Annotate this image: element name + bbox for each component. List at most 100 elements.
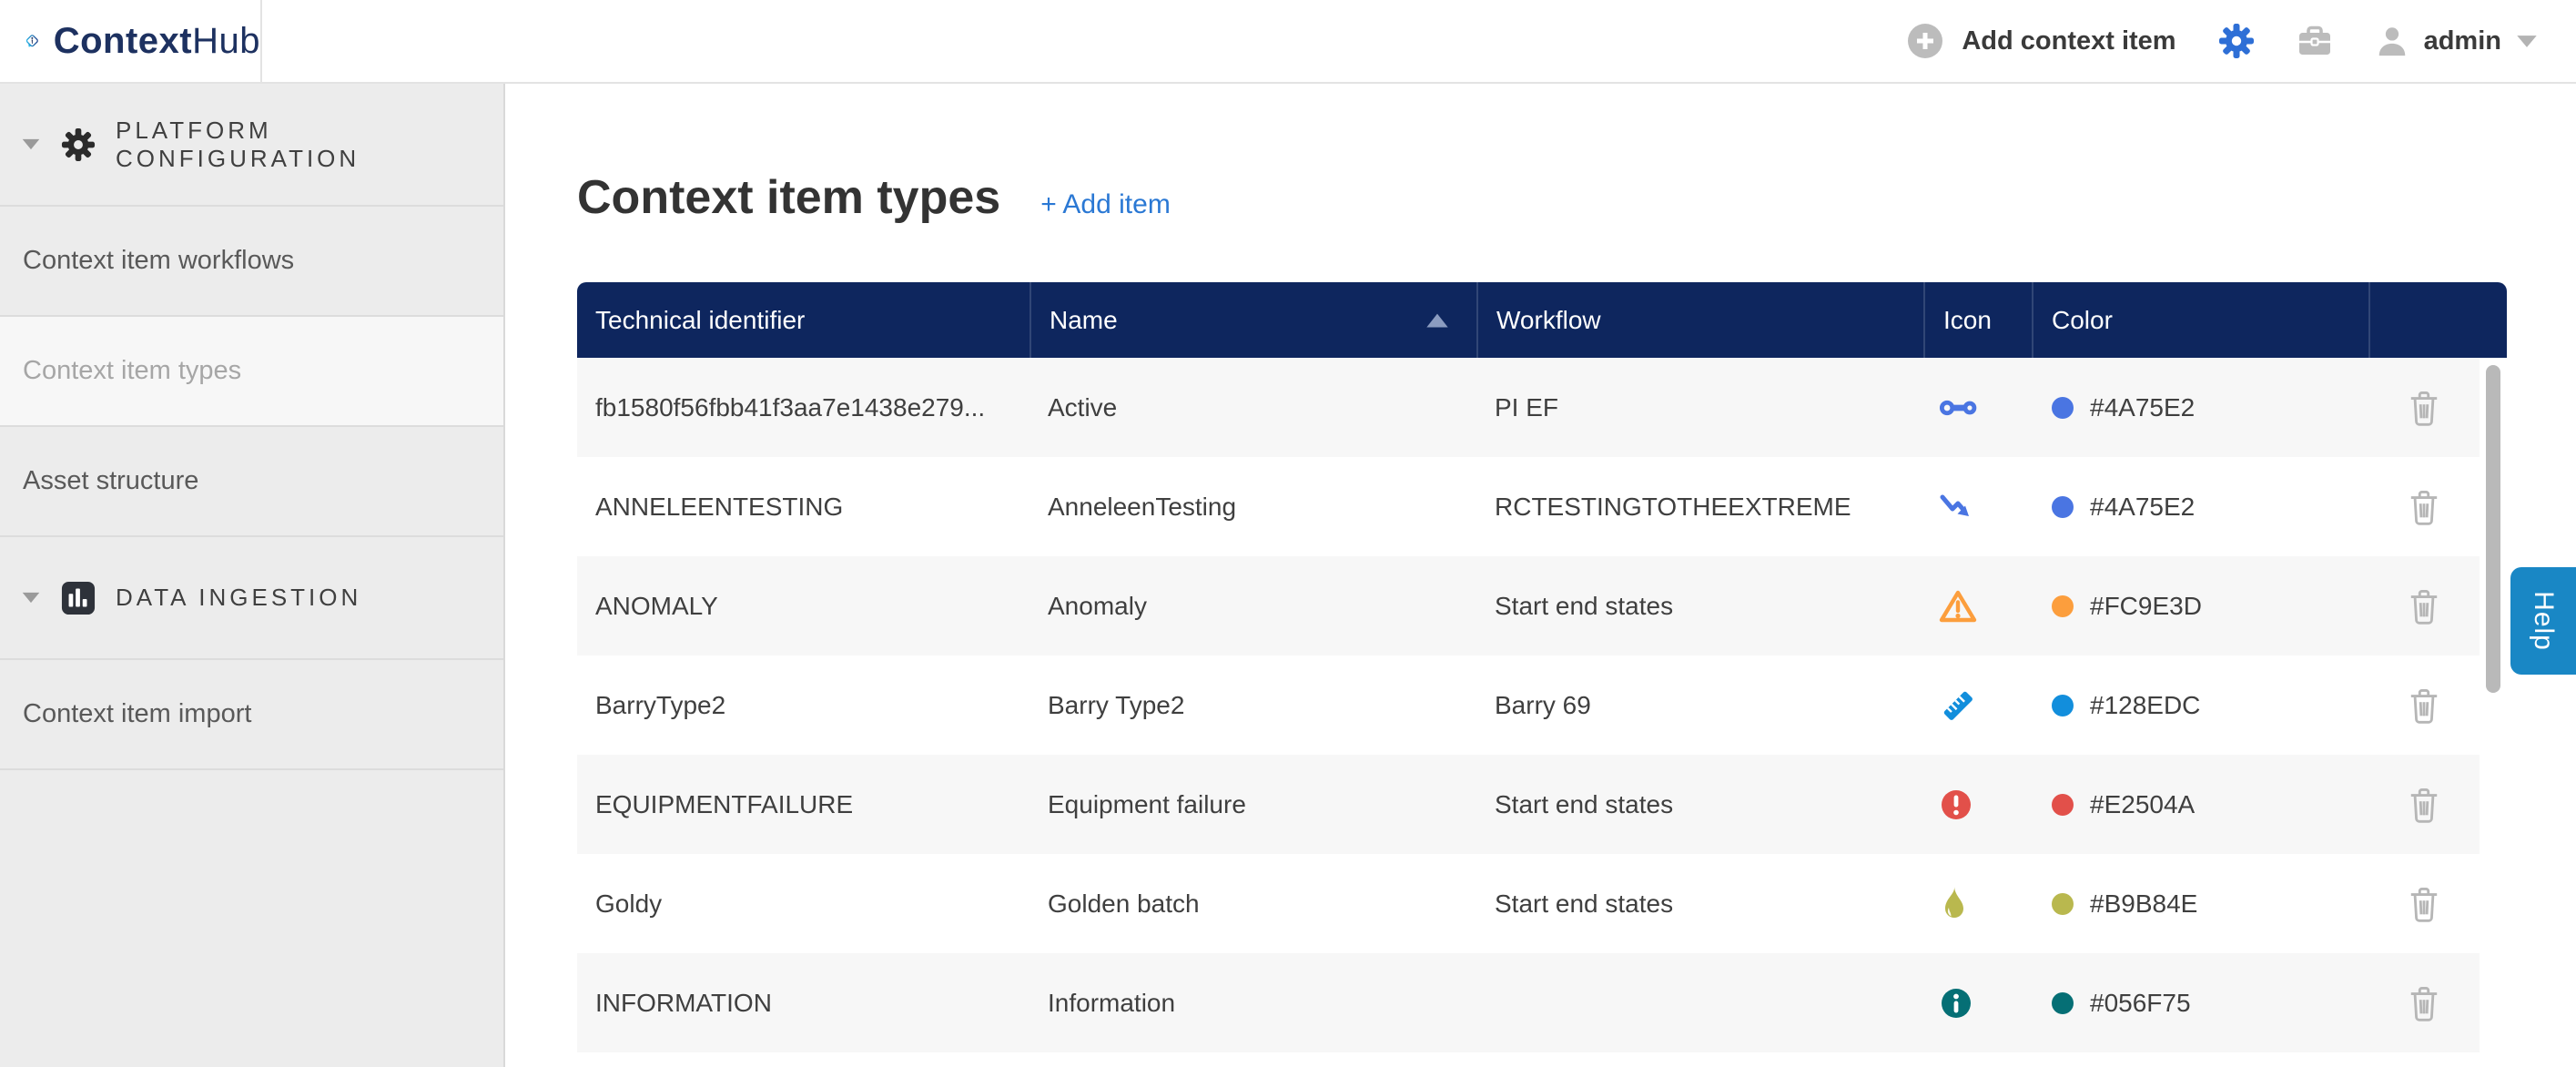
cell-icon bbox=[1923, 686, 2032, 725]
color-hex-label: #4A75E2 bbox=[2090, 393, 2195, 422]
brand[interactable]: ContextHub bbox=[0, 0, 262, 82]
cell-icon bbox=[1923, 391, 2032, 424]
add-context-item-label: Add context item bbox=[1962, 26, 2175, 56]
color-swatch bbox=[2052, 992, 2074, 1014]
color-hex-label: #056F75 bbox=[2090, 989, 2191, 1018]
sidebar-section-data-ingestion[interactable]: DATA INGESTION bbox=[0, 537, 503, 660]
ruler-icon bbox=[1939, 686, 1977, 725]
color-swatch bbox=[2052, 496, 2074, 518]
cell-technical-identifier: fb1580f56fbb41f3aa7e1438e279... bbox=[577, 393, 1029, 422]
cell-icon bbox=[1923, 589, 2032, 624]
cell-name: Active bbox=[1029, 393, 1476, 422]
table-scrollbar-track[interactable] bbox=[2480, 358, 2507, 1067]
collapse-caret-icon[interactable] bbox=[21, 592, 41, 604]
delete-row-button[interactable] bbox=[2404, 881, 2444, 927]
cell-actions bbox=[2368, 881, 2480, 927]
cell-actions bbox=[2368, 782, 2480, 828]
cell-workflow: RCTESTINGTOTHEEXTREME bbox=[1476, 493, 1923, 522]
link-icon bbox=[1939, 391, 1979, 424]
sort-ascending-icon bbox=[1425, 312, 1449, 328]
collapse-caret-icon[interactable] bbox=[21, 138, 41, 150]
column-header-actions[interactable] bbox=[2368, 282, 2507, 358]
alert-circle-icon bbox=[1939, 788, 1973, 822]
column-header-label: Technical identifier bbox=[595, 306, 805, 335]
delete-row-button[interactable] bbox=[2404, 981, 2444, 1026]
add-item-link[interactable]: + Add item bbox=[1040, 189, 1171, 220]
column-header-name[interactable]: Name bbox=[1029, 282, 1476, 358]
table-row[interactable]: BarryType2 Barry Type2 Barry 69 #128EDC bbox=[577, 655, 2480, 755]
brand-name: ContextHub bbox=[54, 21, 260, 62]
delete-row-button[interactable] bbox=[2404, 385, 2444, 431]
cell-technical-identifier: Goldy bbox=[577, 889, 1029, 919]
table-row[interactable]: ANOMALY Anomaly Start end states #FC9E3D bbox=[577, 556, 2480, 655]
cell-technical-identifier: ANOMALY bbox=[577, 592, 1029, 621]
cell-color: #B9B84E bbox=[2032, 889, 2368, 919]
cell-workflow: Start end states bbox=[1476, 592, 1923, 621]
delete-row-button[interactable] bbox=[2404, 782, 2444, 828]
flame-icon bbox=[1939, 885, 1970, 923]
column-header-icon[interactable]: Icon bbox=[1923, 282, 2032, 358]
color-swatch bbox=[2052, 794, 2074, 816]
cell-name: Equipment failure bbox=[1029, 790, 1476, 819]
color-swatch bbox=[2052, 695, 2074, 716]
settings-gear-icon[interactable] bbox=[2218, 23, 2255, 59]
column-header-label: Workflow bbox=[1496, 306, 1601, 335]
user-menu[interactable]: admin bbox=[2375, 24, 2538, 58]
delete-row-button[interactable] bbox=[2404, 683, 2444, 728]
gear-icon bbox=[61, 127, 96, 162]
table-row[interactable]: Goldy Golden batch Start end states #B9B… bbox=[577, 854, 2480, 953]
cell-color: #056F75 bbox=[2032, 989, 2368, 1018]
page-title: Context item types bbox=[577, 170, 1000, 225]
sidebar-item-context-item-import[interactable]: Context item import bbox=[0, 660, 503, 770]
trend-down-icon bbox=[1939, 491, 1975, 523]
table-row[interactable]: ANNELEENTESTING AnneleenTesting RCTESTIN… bbox=[577, 457, 2480, 556]
color-hex-label: #FC9E3D bbox=[2090, 592, 2202, 621]
sidebar-item-asset-structure[interactable]: Asset structure bbox=[0, 427, 503, 537]
table-body: fb1580f56fbb41f3aa7e1438e279... Active P… bbox=[577, 358, 2507, 1067]
table-scrollbar-thumb[interactable] bbox=[2486, 365, 2500, 693]
bar-chart-icon bbox=[61, 581, 96, 615]
cell-color: #FC9E3D bbox=[2032, 592, 2368, 621]
sidebar-section-platform-configuration[interactable]: PLATFORM CONFIGURATION bbox=[0, 84, 503, 207]
help-button[interactable]: Help bbox=[2510, 567, 2576, 675]
delete-row-button[interactable] bbox=[2404, 584, 2444, 629]
delete-row-button[interactable] bbox=[2404, 484, 2444, 530]
cell-actions bbox=[2368, 683, 2480, 728]
add-context-item-button[interactable]: Add context item bbox=[1907, 23, 2175, 59]
sidebar-item-context-item-types[interactable]: Context item types bbox=[0, 317, 503, 427]
title-row: Context item types + Add item bbox=[577, 170, 1171, 225]
top-bar: ContextHub Add context item bbox=[0, 0, 2576, 84]
color-hex-label: #E2504A bbox=[2090, 790, 2195, 819]
sidebar: PLATFORM CONFIGURATIONContext item workf… bbox=[0, 84, 505, 1067]
table-row[interactable]: EQUIPMENTFAILURE Equipment failure Start… bbox=[577, 755, 2480, 854]
toolbox-icon[interactable] bbox=[2297, 23, 2333, 59]
column-header-color[interactable]: Color bbox=[2032, 282, 2368, 358]
table-row[interactable]: fb1580f56fbb41f3aa7e1438e279... Active P… bbox=[577, 358, 2480, 457]
cell-color: #E2504A bbox=[2032, 790, 2368, 819]
cell-actions bbox=[2368, 484, 2480, 530]
cell-actions bbox=[2368, 584, 2480, 629]
cell-name: Barry Type2 bbox=[1029, 691, 1476, 720]
help-button-label: Help bbox=[2528, 591, 2559, 651]
chevron-down-icon bbox=[2516, 35, 2538, 48]
cell-name: Anomaly bbox=[1029, 592, 1476, 621]
sidebar-section-label: DATA INGESTION bbox=[116, 584, 361, 612]
column-header-label: Icon bbox=[1943, 306, 1992, 335]
cell-name: Golden batch bbox=[1029, 889, 1476, 919]
color-hex-label: #4A75E2 bbox=[2090, 493, 2195, 522]
color-swatch bbox=[2052, 893, 2074, 915]
user-avatar-icon bbox=[2375, 24, 2409, 58]
table-row[interactable]: INFORMATION Information #056F75 bbox=[577, 953, 2480, 1052]
column-header-workflow[interactable]: Workflow bbox=[1476, 282, 1923, 358]
table-header-row: Technical identifier Name Workflow Icon Colo… bbox=[577, 282, 2507, 358]
table-row-partial bbox=[577, 1052, 2480, 1067]
cell-technical-identifier: INFORMATION bbox=[577, 989, 1029, 1018]
cell-workflow: Start end states bbox=[1476, 790, 1923, 819]
plus-circle-icon bbox=[1907, 23, 1943, 59]
sidebar-item-context-item-workflows[interactable]: Context item workflows bbox=[0, 207, 503, 317]
column-header-technical-identifier[interactable]: Technical identifier bbox=[577, 282, 1029, 358]
contexthub-logo-icon bbox=[25, 15, 39, 67]
cell-technical-identifier: EQUIPMENTFAILURE bbox=[577, 790, 1029, 819]
warning-triangle-icon bbox=[1939, 589, 1977, 624]
cell-icon bbox=[1923, 885, 2032, 923]
